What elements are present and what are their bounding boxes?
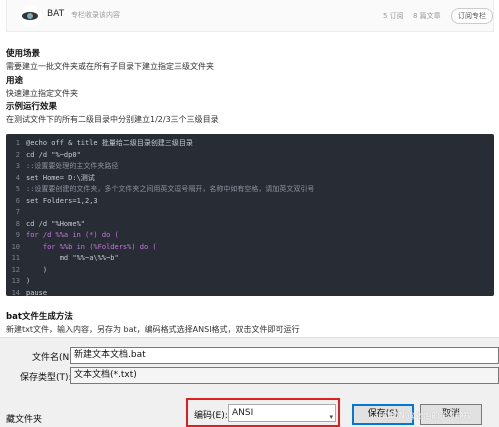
line-number: 10: [11, 242, 20, 251]
purpose-text: 快速建立指定文件夹: [6, 89, 78, 98]
code-line: 2 cd /d "%~dp0": [6, 150, 494, 162]
code-line: 13): [6, 276, 494, 288]
article-count: 8 篇文章: [413, 12, 441, 20]
code-text: set Home= D:\测试: [26, 173, 95, 182]
line-number: 4: [15, 173, 20, 182]
code-line: 14 pause: [6, 288, 494, 300]
column-name[interactable]: BAT: [47, 9, 64, 19]
encoding-label: 编码(E):: [194, 411, 228, 421]
line-number: 8: [15, 219, 20, 228]
code-line: 11 md "%%~a\%%~b": [6, 253, 494, 265]
column-header: BAT 专栏收录该内容 5 订阅 8 篇文章 订阅专栏: [6, 0, 494, 32]
filetype-value: 文本文档(*.txt): [74, 370, 137, 380]
line-number: 6: [15, 196, 20, 205]
code-line: 9 for /d %%a in (*) do (: [6, 230, 494, 242]
usage-scenario-heading: 使用场景: [6, 49, 41, 59]
code-text: pause: [26, 288, 48, 297]
code-text: ): [26, 265, 48, 274]
bat-generation-heading: bat文件生成方法: [6, 312, 73, 322]
filetype-select[interactable]: 文本文档(*.txt): [70, 367, 499, 384]
code-line: 5::设置要创建的文件夹，多个文件夹之间用英文逗号隔开，名称中如有空格，请加英文…: [6, 184, 494, 196]
encoding-value: ANSI: [232, 408, 254, 418]
line-number: 13: [11, 277, 20, 285]
code-line: 10 for %%b in (%Folders%) do (: [6, 242, 494, 254]
hide-folders-toggle[interactable]: 藏文件夹: [6, 412, 42, 425]
filename-input[interactable]: 新建文本文档.bat: [70, 347, 499, 364]
line-number: 14: [11, 288, 20, 297]
bat-generation-text: 新建txt文件，输入内容，另存为 bat，编码格式选择ANSI格式，双击文件即可…: [6, 325, 300, 334]
code-line: 3::设置要处理的主文件夹路径: [6, 161, 494, 173]
csdn-watermark: CSDN @张旭的子夕静寂: [382, 411, 472, 420]
line-number: 5: [15, 185, 20, 193]
line-number: 7: [15, 208, 20, 216]
code-text: cd /d "%Home%": [26, 219, 86, 228]
line-number: 11: [11, 254, 20, 262]
code-block[interactable]: 1 @echo off & title 批量给二级目录创建三级目录 2 cd /d "…: [6, 134, 494, 297]
line-number: 1: [15, 139, 20, 147]
code-line: 1 @echo off & title 批量给二级目录创建三级目录: [6, 138, 494, 150]
line-number: 2: [15, 150, 20, 159]
encoding-select[interactable]: ANSI ▾: [228, 404, 336, 422]
code-text: set Folders=1,2,3: [26, 196, 98, 205]
code-text: ::设置要创建的文件夹，多个文件夹之间用英文逗号隔开，名称中如有空格，请加英文双…: [26, 185, 315, 193]
eye-pupil-icon: [27, 13, 33, 19]
code-line: 8 cd /d "%Home%": [6, 219, 494, 231]
code-line: 4 set Home= D:\测试: [6, 173, 494, 185]
code-line: 6 set Folders=1,2,3: [6, 196, 494, 208]
code-line: 12 ): [6, 265, 494, 277]
example-heading: 示例运行效果: [6, 102, 58, 112]
column-description: 专栏收录该内容: [71, 11, 120, 19]
subscribe-button[interactable]: 订阅专栏: [451, 8, 493, 24]
avatar[interactable]: [19, 5, 41, 27]
code-text: md "%%~a\%%~b": [26, 254, 119, 262]
code-text: cd /d "%~dp0": [26, 150, 81, 159]
line-number: 12: [11, 265, 20, 274]
example-text: 在测试文件下的所有二级目录中分别建立1/2/3三个三级目录: [6, 115, 219, 124]
code-text: for %%b in (%Folders%) do (: [26, 242, 157, 251]
line-number: 3: [15, 162, 20, 170]
usage-scenario-text: 需要建立一批文件夹或在所有子目录下建立指定三级文件夹: [6, 62, 214, 71]
filetype-label: 保存类型(T):: [20, 373, 72, 383]
chevron-down-icon: ▾: [329, 413, 333, 421]
code-text: @echo off & title 批量给二级目录创建三级目录: [26, 139, 193, 147]
line-number: 9: [15, 231, 20, 239]
subscription-count: 5 订阅: [383, 12, 404, 20]
code-text: ::设置要处理的主文件夹路径: [26, 162, 119, 170]
purpose-heading: 用途: [6, 76, 24, 86]
code-text: ): [26, 277, 31, 285]
code-text: for /d %%a in (*) do (: [26, 231, 119, 239]
code-line: 7: [6, 207, 494, 219]
